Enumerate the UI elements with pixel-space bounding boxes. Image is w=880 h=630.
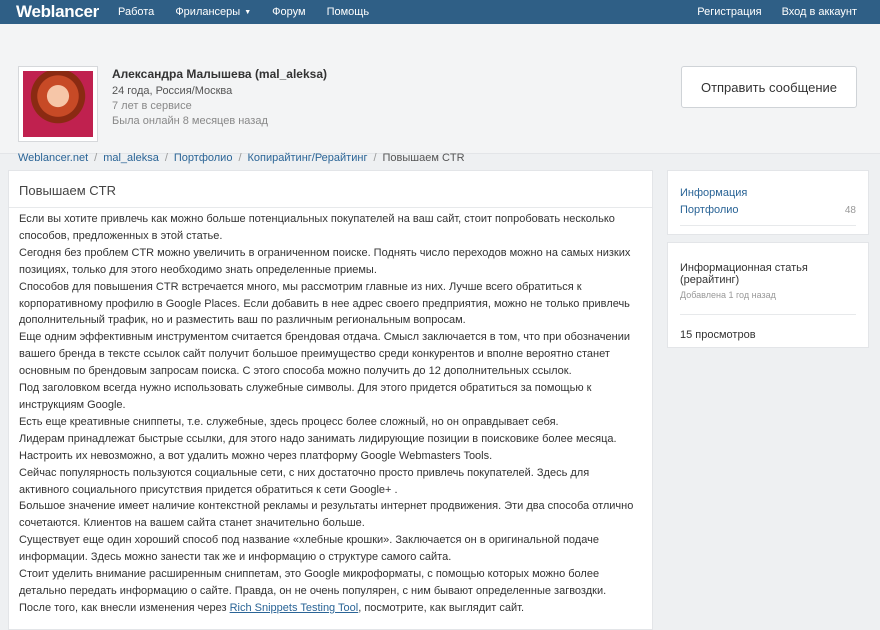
breadcrumb-portfolio[interactable]: Портфолио <box>174 152 233 164</box>
sidebar-portfolio-link[interactable]: Портфолио <box>680 202 739 219</box>
avatar[interactable] <box>18 66 98 142</box>
nav-forum[interactable]: Форум <box>272 6 305 18</box>
send-message-button[interactable]: Отправить сообщение <box>681 66 857 108</box>
article-paragraph: Сейчас популярность пользуются социальны… <box>19 466 590 496</box>
article-paragraph: Большое значение имеет наличие контекстн… <box>19 500 634 530</box>
nav-freelancers-label: Фрилансеры <box>175 6 241 18</box>
profile-service-time: 7 лет в сервисе <box>112 100 192 112</box>
article-body: Если вы хотите привлечь как можно больше… <box>9 208 652 617</box>
article-paragraph: Существует еще один хороший способ под н… <box>19 534 599 564</box>
breadcrumb-category[interactable]: Копирайтинг/Рерайтинг <box>248 152 368 164</box>
breadcrumb-home[interactable]: Weblancer.net <box>18 152 88 164</box>
breadcrumb-user[interactable]: mal_aleksa <box>103 152 159 164</box>
article-text: , посмотрите, как выглядит сайт. <box>358 601 525 614</box>
sidebar-menu: Информация Портфолио 48 <box>667 170 869 235</box>
avatar-photo <box>23 71 93 137</box>
item-title: Информационная статья (рерайтинг) <box>680 262 808 286</box>
site-logo[interactable]: Weblancer <box>16 2 101 22</box>
article-text: После того, как внесли изменения через <box>19 601 230 614</box>
login-link[interactable]: Вход в аккаунт <box>782 6 857 18</box>
sidebar-item-info: Информация <box>680 185 856 202</box>
sidebar-item-details: Информационная статья (рерайтинг) Добавл… <box>667 242 869 348</box>
article-paragraph: Лидерам принадлежат быстрые ссылки, для … <box>19 432 617 462</box>
breadcrumb-separator: / <box>164 152 168 164</box>
nav-freelancers[interactable]: Фрилансеры ▼ <box>175 6 251 18</box>
article-paragraph: Под заголовком всегда нужно использовать… <box>19 382 592 411</box>
article-paragraph: Способов для повышения CTR встречается м… <box>19 280 630 327</box>
profile-age-location: 24 года, Россия/Москва <box>112 85 233 97</box>
article-paragraph: Сегодня без проблем CTR можно увеличить … <box>19 246 631 276</box>
breadcrumb-separator: / <box>238 152 242 164</box>
top-navbar: Weblancer Работа Фрилансеры ▼ Форум Помо… <box>0 0 880 24</box>
article-paragraph: Если вы хотите привлечь как можно больше… <box>19 213 615 242</box>
divider <box>680 225 856 226</box>
breadcrumb-current: Повышаем CTR <box>382 152 465 164</box>
sidebar-info-link[interactable]: Информация <box>680 185 747 202</box>
profile-name: Александра Малышева (mal_aleksa) <box>112 67 327 81</box>
item-views: 15 просмотров <box>680 329 756 341</box>
profile-last-online: Была онлайн 8 месяцев назад <box>112 115 268 127</box>
breadcrumb: Weblancer.net / mal_aleksa / Портфолио /… <box>18 152 465 164</box>
chevron-down-icon: ▼ <box>244 8 252 16</box>
nav-account: Регистрация Вход в аккаунт <box>677 6 880 18</box>
nav-jobs[interactable]: Работа <box>118 6 154 18</box>
rich-snippets-link[interactable]: Rich Snippets Testing Tool <box>230 602 359 614</box>
portfolio-count: 48 <box>844 205 856 216</box>
sidebar-item-portfolio: Портфолио 48 <box>680 202 856 219</box>
article-paragraph-last: После того, как внесли изменения через R… <box>19 600 642 617</box>
article-panel: Повышаем CTR Если вы хотите привлечь как… <box>8 170 653 630</box>
article-paragraph: Есть еще креативные сниппеты, т.е. служе… <box>19 415 559 428</box>
nav-help[interactable]: Помощь <box>327 6 370 18</box>
divider <box>680 314 856 315</box>
item-added-date: Добавлена 1 год назад <box>680 290 776 300</box>
article-title: Повышаем CTR <box>9 171 652 208</box>
breadcrumb-separator: / <box>373 152 377 164</box>
profile-header: Александра Малышева (mal_aleksa) 24 года… <box>0 24 880 164</box>
article-paragraph: Еще одним эффективным инструментом счита… <box>19 331 631 378</box>
register-link[interactable]: Регистрация <box>697 6 761 18</box>
profile-info: Александра Малышева (mal_aleksa) 24 года… <box>112 67 327 129</box>
article-paragraph: Стоит уделить внимание расширенным снипп… <box>19 568 607 597</box>
breadcrumb-separator: / <box>94 152 98 164</box>
